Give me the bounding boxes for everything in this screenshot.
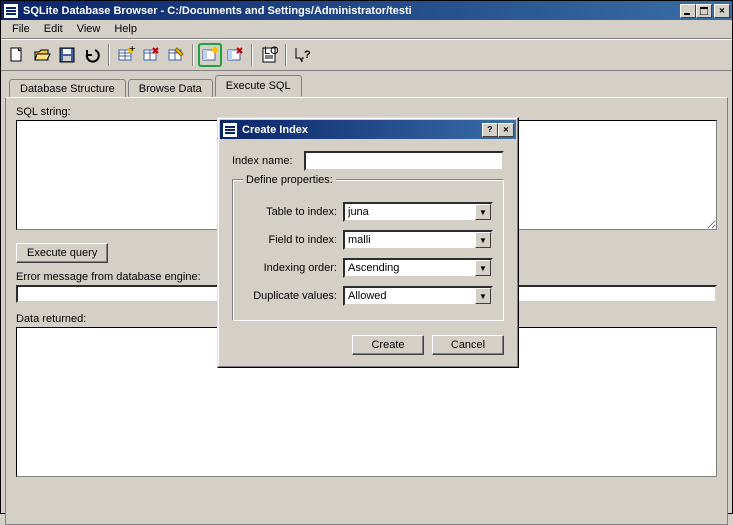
tab-browse-data[interactable]: Browse Data [128,79,213,98]
chevron-down-icon[interactable]: ▼ [475,260,491,276]
create-button[interactable]: Create [352,335,424,355]
new-database-button[interactable] [5,43,29,67]
window-title: SQLite Database Browser - C:/Documents a… [23,5,680,17]
menu-edit[interactable]: Edit [37,21,70,37]
svg-text:+: + [129,46,135,55]
minimize-button[interactable] [680,4,696,18]
svg-text:?: ? [304,49,311,61]
field-to-index-label: Field to index: [243,234,343,246]
dialog-close-button[interactable]: ✕ [498,123,514,137]
log-button[interactable]: LOG [257,43,281,67]
dialog-help-button[interactable]: ? [482,123,498,137]
chevron-down-icon[interactable]: ▼ [475,232,491,248]
toolbar-separator [285,44,287,66]
tab-bar: Database Structure Browse Data Execute S… [1,71,732,97]
dialog-title: Create Index [242,124,482,136]
define-properties-legend: Define properties: [243,174,336,186]
tab-execute-sql[interactable]: Execute SQL [215,75,302,97]
menubar: File Edit View Help [1,20,732,39]
svg-text:LOG: LOG [264,46,278,57]
delete-table-button[interactable] [139,43,163,67]
field-to-index-combo[interactable] [343,230,493,250]
whatsthis-button[interactable]: ? [291,43,315,67]
delete-index-button[interactable] [223,43,247,67]
tab-database-structure[interactable]: Database Structure [9,79,126,98]
indexing-order-label: Indexing order: [243,262,343,274]
menu-view[interactable]: View [70,21,108,37]
cancel-button[interactable]: Cancel [432,335,504,355]
create-index-dialog: Create Index ? ✕ Index name: Define prop… [217,117,519,368]
dialog-icon [222,122,238,138]
toolbar-separator [108,44,110,66]
create-index-button[interactable] [198,43,222,67]
toolbar: + LOG ? [1,39,732,71]
close-button[interactable]: ✕ [714,4,730,18]
duplicate-values-combo[interactable] [343,286,493,306]
table-to-index-label: Table to index: [243,206,343,218]
chevron-down-icon[interactable]: ▼ [475,288,491,304]
chevron-down-icon[interactable]: ▼ [475,204,491,220]
main-titlebar: SQLite Database Browser - C:/Documents a… [1,1,732,20]
duplicate-values-label: Duplicate values: [243,290,343,302]
indexing-order-combo[interactable] [343,258,493,278]
maximize-button[interactable] [696,4,712,18]
index-name-label: Index name: [232,155,304,167]
index-name-input[interactable] [304,151,504,171]
modify-table-button[interactable] [164,43,188,67]
save-database-button[interactable] [55,43,79,67]
app-icon [3,3,19,19]
open-database-button[interactable] [30,43,54,67]
execute-query-button[interactable]: Execute query [16,243,108,263]
revert-button[interactable] [80,43,104,67]
menu-help[interactable]: Help [107,21,144,37]
create-table-button[interactable]: + [114,43,138,67]
menu-file[interactable]: File [5,21,37,37]
table-to-index-combo[interactable] [343,202,493,222]
dialog-titlebar[interactable]: Create Index ? ✕ [220,120,516,139]
define-properties-fieldset: Define properties: Table to index: ▼ Fie… [232,179,504,321]
toolbar-separator [251,44,253,66]
toolbar-separator [192,44,194,66]
